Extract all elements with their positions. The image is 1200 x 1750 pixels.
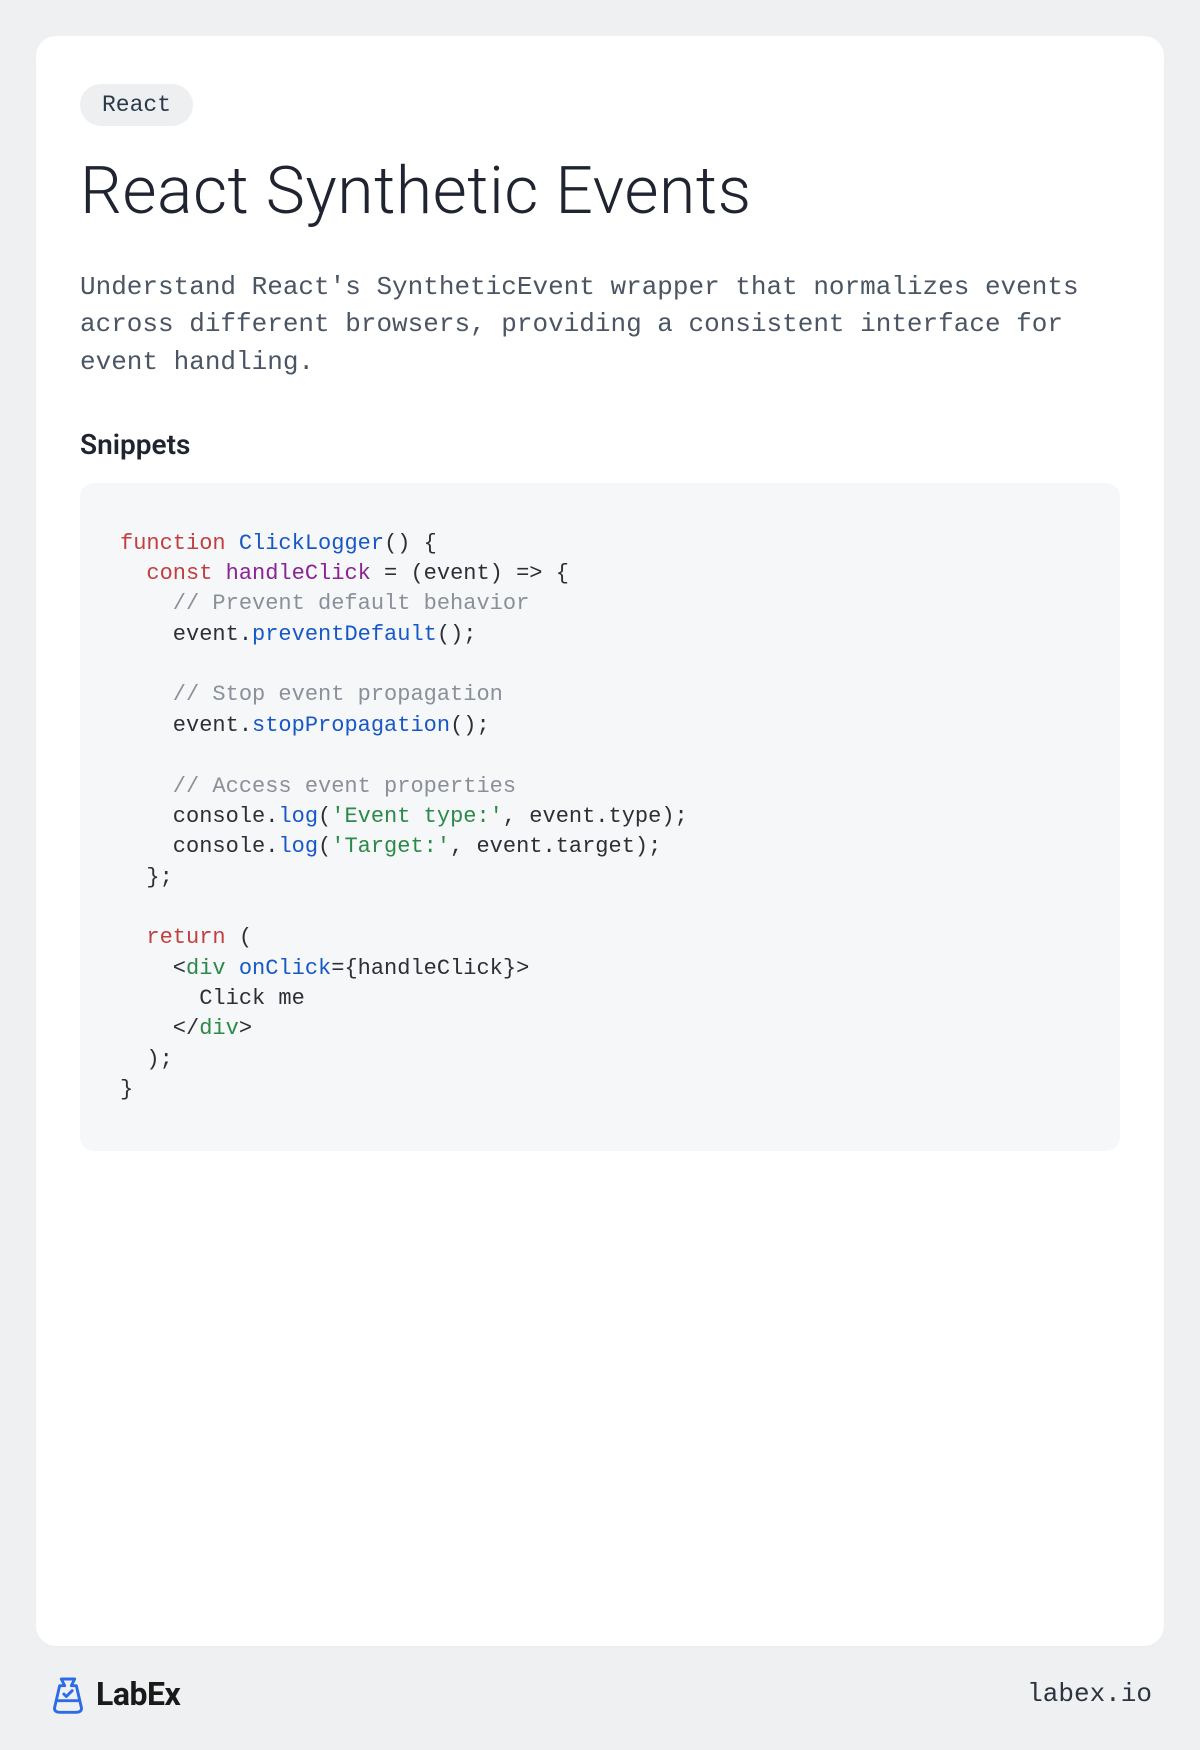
snippets-label: Snippets [80, 428, 1120, 461]
code-snippet: function ClickLogger() { const handleCli… [80, 483, 1120, 1152]
brand-name: LabEx [96, 1675, 180, 1713]
content-card: React React Synthetic Events Understand … [36, 36, 1164, 1646]
page-description: Understand React's SyntheticEvent wrappe… [80, 269, 1120, 382]
brand: LabEx [48, 1674, 180, 1714]
labex-logo-icon [48, 1674, 88, 1714]
site-url: labex.io [1027, 1679, 1152, 1709]
page-title: React Synthetic Events [80, 156, 1120, 229]
page-footer: LabEx labex.io [36, 1646, 1164, 1714]
category-tag: React [80, 84, 193, 126]
